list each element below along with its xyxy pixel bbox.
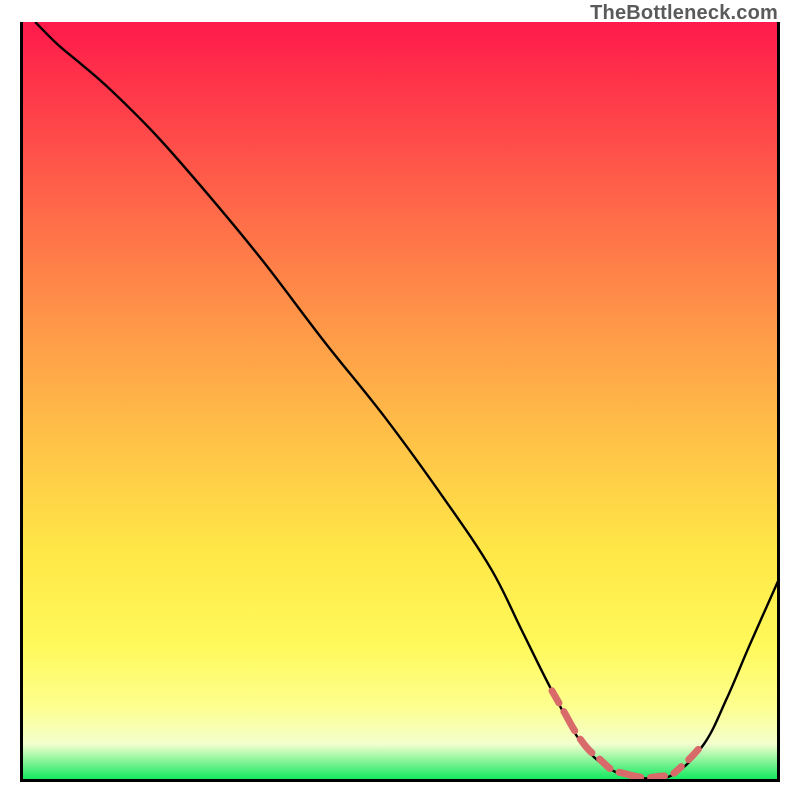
attribution-label: TheBottleneck.com: [590, 2, 778, 25]
chart-stage: TheBottleneck.com: [0, 0, 800, 800]
chart-background-gradient: [20, 22, 780, 782]
